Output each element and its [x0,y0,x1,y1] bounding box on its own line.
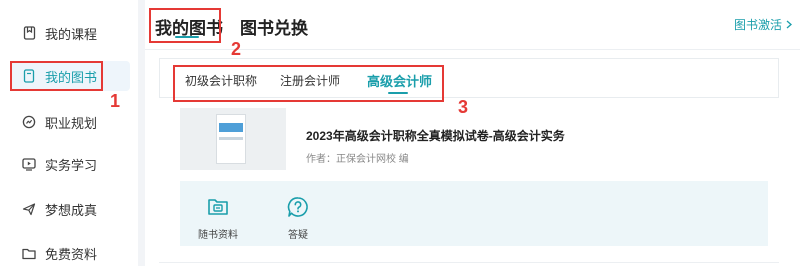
sidebar-item-free-materials[interactable]: 免费资料 [10,238,130,266]
sidebar-item-label: 实务学习 [45,157,98,173]
book-materials-button[interactable]: 随书资料 [188,195,248,243]
annotation-number-2: 2 [231,39,242,59]
book-cover[interactable] [180,108,286,170]
book-actions: 随书资料 答疑 [180,181,768,246]
annotation-box-1 [10,61,103,91]
question-icon [286,195,310,219]
qa-button[interactable]: 答疑 [268,195,328,243]
book-author: 作者：正保会计网校 编 [306,154,409,165]
sidebar-item-practice-learning[interactable]: 实务学习 [10,149,130,179]
annotation-box-3 [173,65,444,102]
folder-icon [22,246,36,260]
tab-book-exchange[interactable]: 图书兑换 [240,14,308,39]
bookmark-icon [22,26,36,40]
sidebar-item-label: 我的课程 [45,26,98,42]
sidebar-item-dreams[interactable]: 梦想成真 [10,194,130,224]
book-materials-label: 随书资料 [198,230,238,241]
header-bar: 我的图书 图书兑换 图书激活 [145,0,800,50]
book-cover-image [216,114,246,164]
book-title[interactable]: 2023年高级会计职称全真模拟试卷-高级会计实务 [306,127,686,144]
annotation-box-2 [149,8,221,43]
main-panel: 我的图书 图书兑换 图书激活 初级会计职称 注册会计师 高级会计师 2023年高… [145,0,800,266]
sidebar-item-label: 梦想成真 [45,202,98,218]
book-materials-icon [206,195,230,219]
sidebar: 我的课程 我的图书 职业规划 实务学习 梦想成真 免费资料 [0,0,138,266]
annotation-number-1: 1 [110,91,121,111]
sidebar-item-label: 职业规划 [45,115,98,131]
book-activate-link[interactable]: 图书激活 [734,16,792,33]
annotation-number-3: 3 [458,97,469,117]
divider [159,262,779,263]
chevron-right-icon [786,20,792,29]
play-screen-icon [22,157,36,171]
sidebar-item-my-courses[interactable]: 我的课程 [10,18,130,48]
compass-icon [22,115,36,129]
cover-stripe [219,137,243,140]
sidebar-item-label: 免费资料 [45,246,98,262]
cover-band [219,123,243,132]
qa-label: 答疑 [288,230,308,241]
book-activate-label: 图书激活 [733,18,782,32]
send-icon [22,202,36,216]
